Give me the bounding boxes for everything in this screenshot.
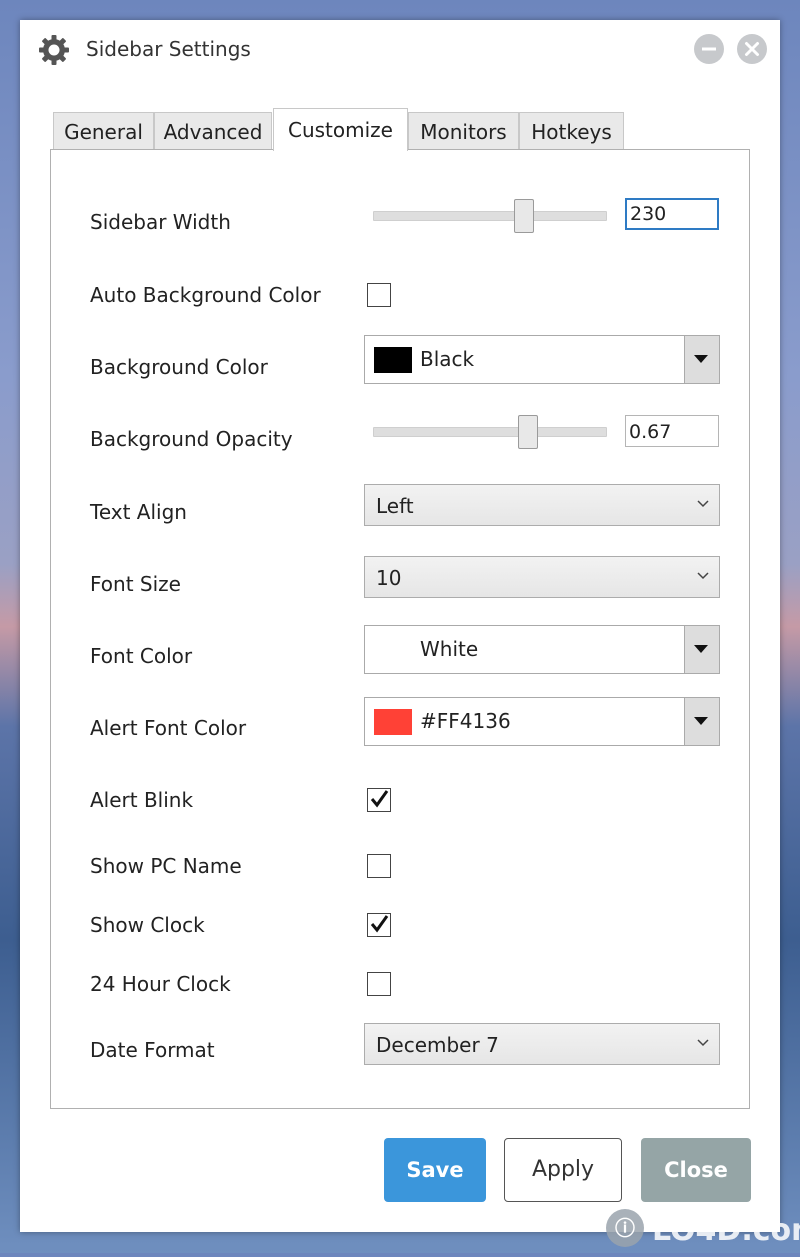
sidebar-width-slider-thumb[interactable]: [514, 199, 534, 233]
font-color-picker[interactable]: White: [364, 625, 720, 674]
chevron-down-icon: [697, 1039, 709, 1047]
window-title: Sidebar Settings: [86, 37, 251, 61]
triangle-down-icon: [694, 717, 708, 725]
sidebar-width-input[interactable]: 230: [625, 198, 719, 230]
show-pc-name-label: Show PC Name: [90, 854, 242, 878]
font-color-dropdown-button[interactable]: [684, 626, 719, 673]
show-clock-label: Show Clock: [90, 913, 205, 937]
lo4d-watermark: ⓘ LO4D.com: [600, 1202, 800, 1253]
alert-font-color-dropdown-button[interactable]: [684, 698, 719, 745]
gear-icon: [38, 34, 70, 66]
title-bar[interactable]: Sidebar Settings: [20, 20, 780, 80]
auto-bg-color-checkbox[interactable]: [367, 283, 391, 307]
bg-color-swatch: [374, 347, 412, 373]
hour24-clock-label: 24 Hour Clock: [90, 972, 231, 996]
tab-general[interactable]: General: [53, 112, 154, 150]
font-size-dropdown[interactable]: 10: [364, 556, 720, 598]
bg-opacity-slider-thumb[interactable]: [518, 415, 538, 449]
checkmark-icon: [370, 915, 389, 933]
alert-font-color-swatch: [374, 709, 412, 735]
customize-panel: Sidebar Width 230 Auto Background Color …: [50, 149, 750, 1109]
triangle-down-icon: [694, 645, 708, 653]
date-format-value: December 7: [376, 1033, 499, 1057]
date-format-dropdown[interactable]: December 7: [364, 1023, 720, 1065]
alert-blink-checkbox[interactable]: [367, 788, 391, 812]
apply-button[interactable]: Apply: [504, 1138, 622, 1202]
tab-advanced[interactable]: Advanced: [154, 112, 272, 150]
svg-text:ⓘ: ⓘ: [615, 1216, 635, 1240]
alert-font-color-picker[interactable]: #FF4136: [364, 697, 720, 746]
text-align-value: Left: [376, 494, 414, 518]
auto-bg-color-label: Auto Background Color: [90, 283, 321, 307]
bg-opacity-input[interactable]: 0.67: [625, 415, 719, 447]
alert-blink-label: Alert Blink: [90, 788, 194, 812]
bg-color-value: Black: [420, 347, 475, 371]
sidebar-width-slider[interactable]: [373, 211, 607, 221]
bg-color-dropdown-button[interactable]: [684, 336, 719, 383]
text-align-label: Text Align: [90, 500, 187, 524]
close-icon: [745, 42, 759, 56]
watermark-text: LO4D.com: [652, 1213, 800, 1248]
alert-font-color-label: Alert Font Color: [90, 716, 247, 740]
bg-opacity-slider[interactable]: [373, 427, 607, 437]
chevron-down-icon: [697, 500, 709, 508]
alert-font-color-value: #FF4136: [420, 709, 511, 733]
bg-opacity-label: Background Opacity: [90, 427, 293, 451]
close-button[interactable]: Close: [641, 1138, 751, 1202]
sidebar-width-label: Sidebar Width: [90, 210, 231, 234]
minimize-button[interactable]: [694, 34, 724, 64]
font-color-value: White: [420, 637, 479, 661]
chevron-down-icon: [697, 572, 709, 580]
font-color-label: Font Color: [90, 644, 193, 668]
tab-hotkeys[interactable]: Hotkeys: [519, 112, 624, 150]
text-align-dropdown[interactable]: Left: [364, 484, 720, 526]
checkmark-icon: [370, 790, 389, 808]
bg-color-picker[interactable]: Black: [364, 335, 720, 384]
hour24-clock-checkbox[interactable]: [367, 972, 391, 996]
show-pc-name-checkbox[interactable]: [367, 854, 391, 878]
font-size-value: 10: [376, 566, 402, 590]
close-window-button[interactable]: [737, 34, 767, 64]
date-format-label: Date Format: [90, 1038, 215, 1062]
bg-color-label: Background Color: [90, 355, 268, 379]
save-button[interactable]: Save: [384, 1138, 486, 1202]
settings-window: Sidebar Settings General Advanced Custom…: [20, 20, 780, 1232]
triangle-down-icon: [694, 355, 708, 363]
tab-customize[interactable]: Customize: [273, 108, 408, 151]
tab-monitors[interactable]: Monitors: [408, 112, 519, 150]
font-color-swatch: [374, 637, 412, 663]
minimize-icon: [702, 47, 716, 51]
font-size-label: Font Size: [90, 572, 181, 596]
show-clock-checkbox[interactable]: [367, 913, 391, 937]
